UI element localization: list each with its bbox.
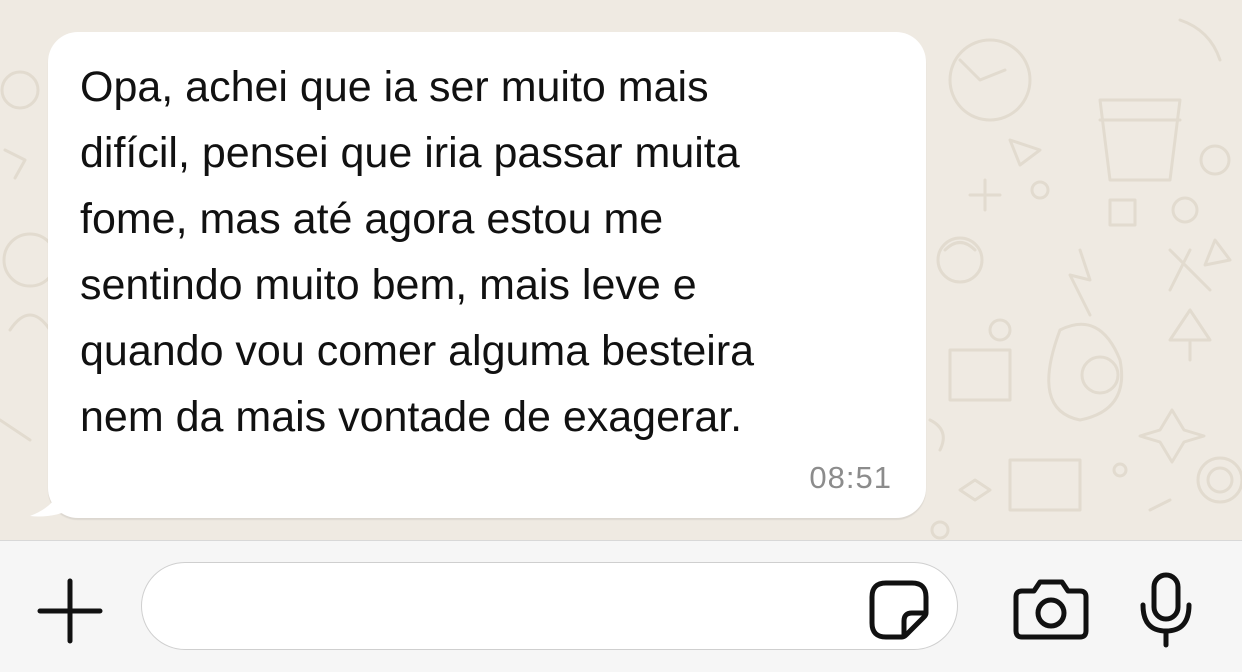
plus-icon[interactable] bbox=[36, 577, 104, 645]
sticker-icon[interactable] bbox=[866, 577, 932, 643]
message-text: Opa, achei que ia ser muito mais difícil… bbox=[80, 63, 755, 441]
chat-area: Opa, achei que ia ser muito mais difícil… bbox=[0, 0, 1242, 540]
microphone-icon[interactable] bbox=[1138, 571, 1194, 649]
message-timestamp: 08:51 bbox=[809, 460, 892, 495]
message-input[interactable] bbox=[141, 562, 958, 650]
camera-icon[interactable] bbox=[1012, 577, 1090, 641]
bubble-tail bbox=[30, 470, 84, 517]
message-bubble[interactable]: Opa, achei que ia ser muito mais difícil… bbox=[48, 32, 926, 518]
composer-bar bbox=[0, 540, 1242, 672]
